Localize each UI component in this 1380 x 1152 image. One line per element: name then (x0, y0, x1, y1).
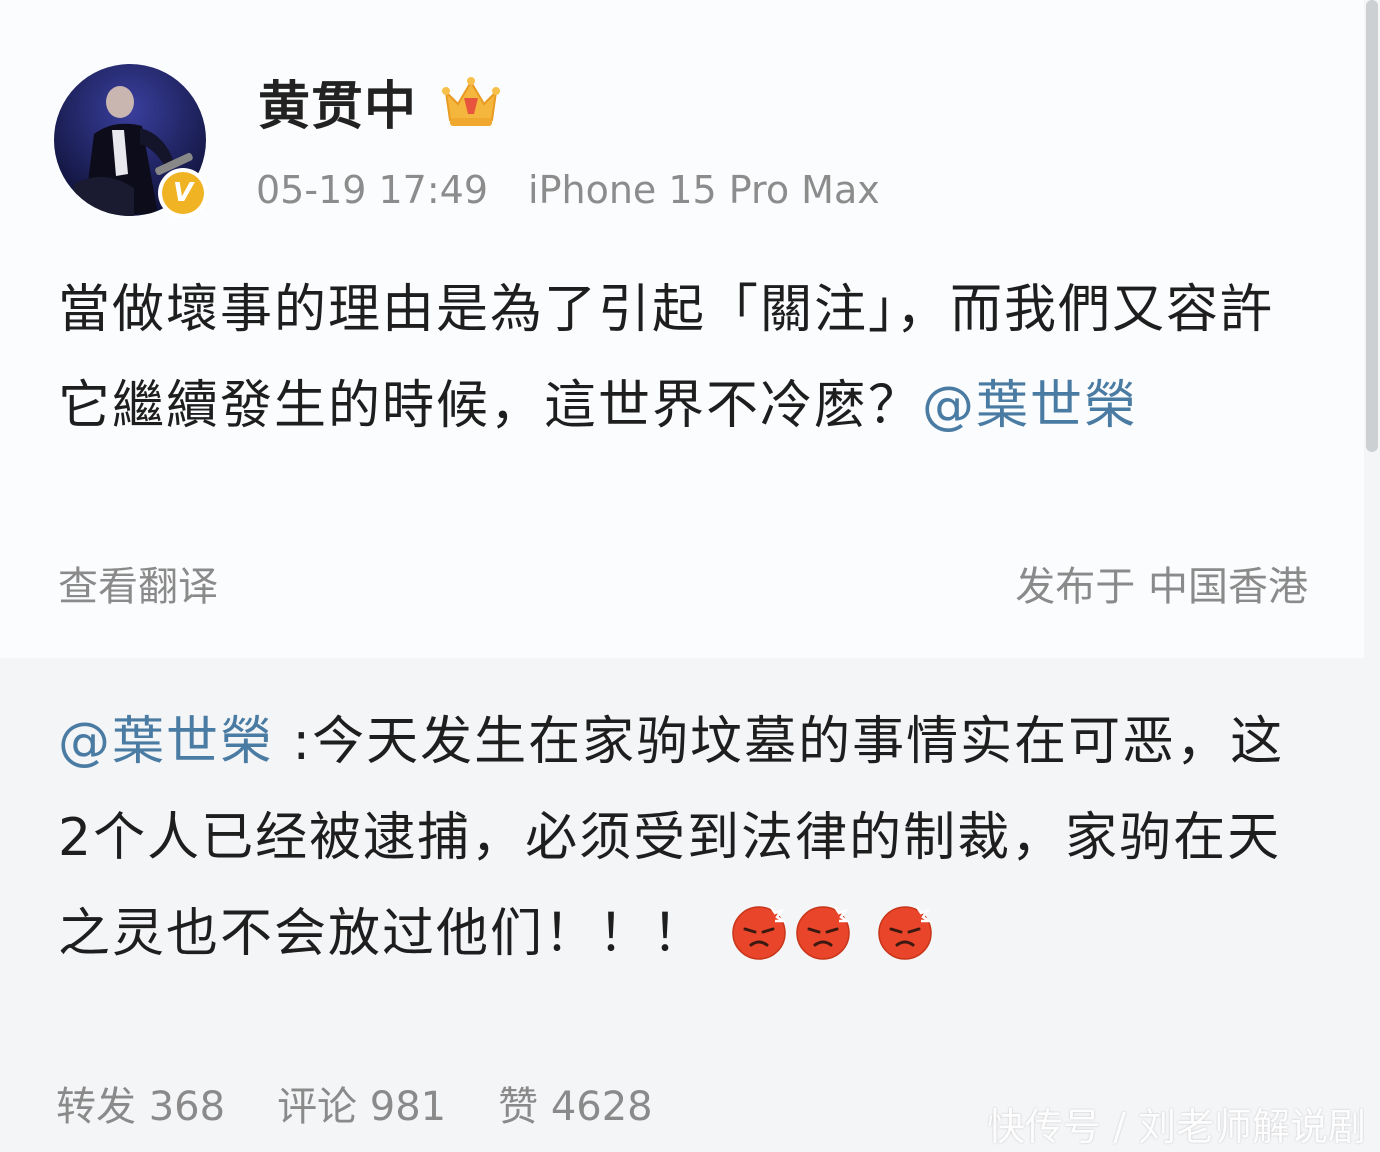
location-label: 发布于 中国香港 (1015, 564, 1308, 610)
repost-count[interactable]: 转发 368 (56, 1084, 225, 1130)
watermark: 快传号 / 刘老师解说剧 (987, 1105, 1366, 1149)
timestamp: 05-19 17:49 (256, 168, 489, 212)
repost-stats: 转发 368 评论 981 赞 4628 (56, 1080, 705, 1134)
post-meta: 05-19 17:49 iPhone 15 Pro Max (256, 162, 880, 218)
verified-badge-icon: V (158, 168, 208, 218)
angry-face-emoji (793, 901, 853, 961)
angry-face-emoji (729, 901, 789, 961)
scrollbar-thumb[interactable] (1366, 0, 1378, 452)
device-label: iPhone 15 Pro Max (528, 168, 880, 212)
comment-count[interactable]: 评论 981 (277, 1084, 446, 1130)
original-post: V 黄贯中 05-19 17:49 iPhone 15 Pro Max 當做壞事的… (0, 0, 1364, 658)
angry-face-emoji (875, 901, 935, 961)
translate-link[interactable]: 查看翻译 (58, 560, 218, 614)
scrollbar-track[interactable] (1364, 0, 1380, 1152)
crown-icon (440, 74, 502, 130)
username[interactable]: 黄贯中 (258, 72, 417, 142)
repost-body: @葉世榮 :今天发生在家驹坟墓的事情实在可恶，这2个人已经被逮捕，必须受到法律的… (58, 694, 1308, 982)
mention-link[interactable]: @葉世榮 (922, 376, 1138, 436)
like-count[interactable]: 赞 4628 (498, 1084, 653, 1130)
repost-mention-link[interactable]: @葉世榮 (58, 712, 274, 772)
post-body: 當做壞事的理由是為了引起「關注」，而我們又容許它繼續發生的時候，這世界不冷麽？@… (58, 262, 1308, 454)
